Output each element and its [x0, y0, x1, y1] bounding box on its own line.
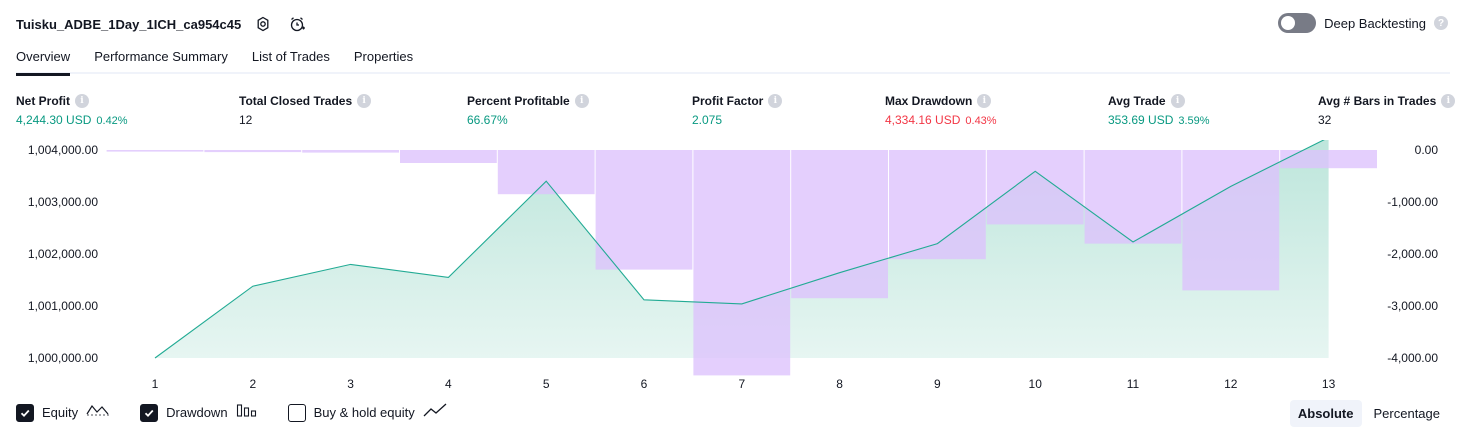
- metric-label: Percent Profitable: [467, 94, 570, 108]
- x-axis-tick-label: 13: [1322, 377, 1336, 391]
- metric-label: Net Profit: [16, 94, 70, 108]
- value-mode-switch: Absolute Percentage: [1289, 400, 1449, 427]
- buy-hold-line-icon: [423, 402, 447, 423]
- drawdown-bar: [302, 150, 399, 153]
- x-axis-tick-label: 5: [543, 377, 550, 391]
- right-axis-tick-label: 0.00: [1415, 143, 1439, 157]
- x-axis-tick-label: 6: [641, 377, 648, 391]
- left-axis-tick-label: 1,000,000.00: [28, 351, 98, 365]
- drawdown-bar: [1280, 150, 1377, 169]
- metric-value: 12: [239, 113, 253, 127]
- strategy-header: Tuisku_ADBE_1Day_1ICH_ca954c45: [16, 12, 309, 36]
- metric-label: Avg Trade: [1108, 94, 1166, 108]
- help-icon[interactable]: ?: [1434, 16, 1448, 30]
- deep-backtesting-toggle[interactable]: [1278, 13, 1317, 33]
- x-axis-tick-label: 10: [1029, 377, 1043, 391]
- x-axis-tick-label: 3: [347, 377, 354, 391]
- metric-label: Total Closed Trades: [239, 94, 353, 108]
- x-axis-tick-label: 4: [445, 377, 452, 391]
- metric-percent: 0.43%: [965, 115, 997, 127]
- left-axis-tick-label: 1,003,000.00: [28, 195, 98, 209]
- metric-profit-factor: Profit Factor i 2.075: [692, 94, 783, 127]
- tab-overview[interactable]: Overview: [16, 44, 71, 76]
- tab-performance-summary[interactable]: Performance Summary: [94, 44, 228, 74]
- metrics-row: Net Profit i 4,244.30 USD 0.42% Total Clos…: [0, 94, 1466, 134]
- settings-icon[interactable]: [251, 12, 275, 36]
- x-axis-tick-label: 7: [738, 377, 745, 391]
- metric-value: 2.075: [692, 113, 723, 127]
- info-icon[interactable]: i: [1170, 94, 1185, 108]
- x-axis-tick-label: 9: [934, 377, 941, 391]
- metric-percent: 0.42%: [96, 115, 128, 127]
- buy-hold-checkbox[interactable]: [287, 403, 306, 422]
- legend-equity[interactable]: Equity: [16, 402, 110, 423]
- absolute-button[interactable]: Absolute: [1289, 400, 1362, 427]
- metric-label: Max Drawdown: [885, 94, 973, 108]
- right-axis-tick-label: -2,000.00: [1387, 247, 1438, 261]
- x-axis-tick-label: 11: [1127, 377, 1140, 391]
- drawdown-bar: [1182, 150, 1280, 291]
- x-axis-tick-label: 2: [249, 377, 256, 391]
- right-axis-tick-label: -3,000.00: [1387, 299, 1438, 313]
- metric-value: 4,244.30 USD: [16, 113, 92, 127]
- metric-percent: 3.59%: [1178, 115, 1210, 127]
- metric-total-closed-trades: Total Closed Trades i 12: [239, 94, 372, 127]
- drawdown-bar: [889, 150, 986, 260]
- metric-value: 66.67%: [467, 113, 508, 127]
- info-icon[interactable]: i: [977, 94, 992, 108]
- drawdown-bar: [204, 150, 302, 153]
- drawdown-bar: [106, 150, 204, 152]
- drawdown-bar: [693, 150, 791, 376]
- legend-label: Drawdown: [166, 405, 228, 420]
- metric-net-profit: Net Profit i 4,244.30 USD 0.42%: [16, 94, 128, 127]
- legend-label: Buy & hold equity: [313, 405, 415, 420]
- left-axis-tick-label: 1,001,000.00: [28, 299, 98, 313]
- metric-value: 353.69 USD: [1108, 113, 1174, 127]
- metric-label: Profit Factor: [692, 94, 764, 108]
- drawdown-bar: [791, 150, 888, 299]
- legend-buy-hold-equity[interactable]: Buy & hold equity: [287, 402, 447, 423]
- right-axis-tick-label: -4,000.00: [1387, 351, 1438, 365]
- chart-legend: Equity Drawdown Buy & hold equity: [16, 402, 477, 423]
- deep-backtesting-label: Deep Backtesting: [1324, 15, 1426, 31]
- deep-backtesting-control: Deep Backtesting ?: [1278, 13, 1448, 33]
- drawdown-checkbox[interactable]: [140, 403, 159, 422]
- right-axis-tick-label: -1,000.00: [1387, 195, 1438, 209]
- drawdown-bar: [595, 150, 693, 270]
- legend-drawdown[interactable]: Drawdown: [140, 402, 257, 423]
- metric-value: 32: [1318, 113, 1332, 127]
- metric-avg-bars-in-trades: Avg # Bars in Trades i 32: [1318, 94, 1456, 127]
- tab-properties[interactable]: Properties: [354, 44, 413, 74]
- add-alert-icon[interactable]: [285, 12, 309, 36]
- info-icon[interactable]: i: [1441, 94, 1456, 108]
- info-icon[interactable]: i: [768, 94, 783, 108]
- info-icon[interactable]: i: [574, 94, 589, 108]
- metric-percent-profitable: Percent Profitable i 66.67%: [467, 94, 589, 127]
- drawdown-bar: [1084, 150, 1182, 244]
- legend-label: Equity: [42, 405, 79, 420]
- equity-drawdown-chart: 1,000,000.00 1,001,000.00 1,002,000.00 1,00…: [28, 140, 1439, 391]
- equity-checkbox[interactable]: [16, 403, 34, 422]
- report-tabs: Overview Performance Summary List of Tra…: [16, 44, 1450, 76]
- x-axis-tick-label: 8: [836, 377, 843, 391]
- strategy-title: Tuisku_ADBE_1Day_1ICH_ca954c45: [16, 16, 242, 32]
- left-axis-tick-label: 1,002,000.00: [28, 247, 98, 261]
- metric-value: 4,334.16 USD: [885, 113, 961, 127]
- info-icon[interactable]: i: [75, 94, 89, 108]
- left-axis-tick-label: 1,004,000.00: [28, 143, 98, 157]
- x-axis-tick-label: 1: [152, 377, 159, 391]
- drawdown-bar: [497, 150, 595, 195]
- equity-line-icon: [86, 402, 110, 423]
- metric-max-drawdown: Max Drawdown i 4,334.16 USD 0.43%: [885, 94, 997, 127]
- metric-avg-trade: Avg Trade i 353.69 USD 3.59%: [1108, 94, 1210, 127]
- drawdown-bars-icon: [236, 402, 258, 423]
- percentage-button[interactable]: Percentage: [1366, 400, 1449, 427]
- info-icon[interactable]: i: [357, 94, 372, 108]
- tab-list-of-trades[interactable]: List of Trades: [252, 44, 330, 74]
- x-axis-tick-label: 12: [1224, 377, 1238, 391]
- metric-label: Avg # Bars in Trades: [1318, 94, 1437, 108]
- drawdown-bar: [400, 150, 497, 163]
- drawdown-bar: [986, 150, 1084, 225]
